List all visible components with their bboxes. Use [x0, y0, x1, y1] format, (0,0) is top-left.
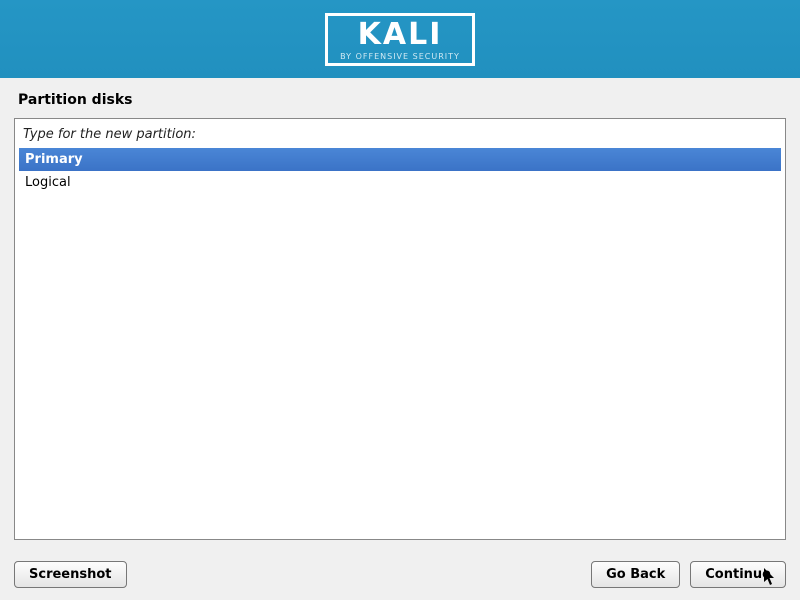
installer-header: KALI BY OFFENSIVE SECURITY — [0, 0, 800, 78]
partition-type-list: Primary Logical — [19, 148, 781, 535]
content-panel: Type for the new partition: Primary Logi… — [14, 118, 786, 540]
kali-logo: KALI BY OFFENSIVE SECURITY — [325, 13, 475, 66]
continue-button[interactable]: Continue — [690, 561, 786, 588]
logo-subtext: BY OFFENSIVE SECURITY — [340, 52, 460, 61]
prompt-text: Type for the new partition: — [17, 127, 783, 148]
option-primary[interactable]: Primary — [19, 148, 781, 171]
button-bar: Screenshot Go Back Continue — [14, 561, 786, 588]
go-back-button[interactable]: Go Back — [591, 561, 680, 588]
logo-text: KALI — [358, 20, 443, 50]
screenshot-button[interactable]: Screenshot — [14, 561, 127, 588]
option-logical[interactable]: Logical — [19, 171, 781, 194]
page-title: Partition disks — [0, 78, 800, 118]
